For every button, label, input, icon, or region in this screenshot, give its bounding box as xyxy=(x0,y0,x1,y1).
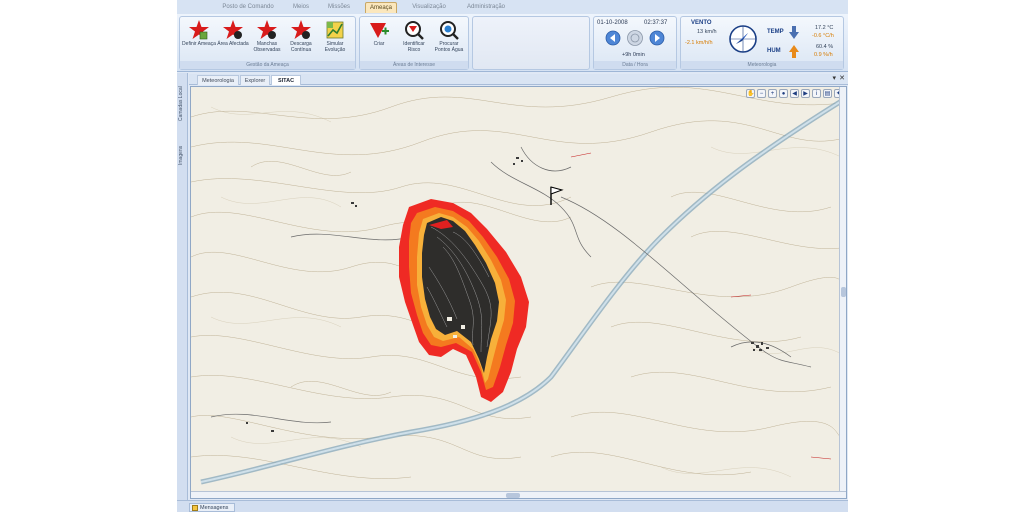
weather-group-label: Meteorologia xyxy=(681,61,843,69)
group-areas-of-interest: Criar Identificar Risco Procurar Pontos … xyxy=(359,16,469,70)
info-icon[interactable]: i xyxy=(812,89,821,98)
status-bar: Mensagens xyxy=(177,500,848,512)
tab-administracao[interactable]: Administração xyxy=(461,2,511,13)
wind-change: -2.1 km/h/h xyxy=(685,40,713,46)
areas-of-interest-group-label: Áreas de Interesse xyxy=(360,61,468,69)
simulate-evolution-button[interactable]: Simular Evolução xyxy=(318,19,352,61)
create-area-button[interactable]: Criar xyxy=(362,19,396,61)
side-tab-local-layers[interactable]: Camadas Local xyxy=(178,79,187,129)
search-water-points-button[interactable]: Procurar Pontos Água xyxy=(432,19,466,61)
humidity-value: 60.4 % xyxy=(816,44,834,50)
wind-label: VENTO xyxy=(691,20,712,26)
horizontal-scroll-thumb[interactable] xyxy=(506,493,520,498)
threat-management-group-label: Gestão da Ameaça xyxy=(180,61,355,69)
temperature-change: -0.6 °C/h xyxy=(812,33,834,39)
wind-speed: 13 km/h xyxy=(697,29,717,35)
star-discharge-icon xyxy=(291,20,311,39)
wind-compass-icon xyxy=(729,25,757,53)
zoom-out-icon[interactable]: − xyxy=(757,89,766,98)
create-area-label: Criar xyxy=(373,41,385,47)
temperature-label: TEMP xyxy=(767,29,784,35)
messages-tab[interactable]: Mensagens xyxy=(189,503,235,512)
application-window: Posto de Comando Meios Missões Ameaça Vi… xyxy=(177,0,848,512)
vertical-scroll-thumb[interactable] xyxy=(841,287,846,297)
current-time: 02:37:37 xyxy=(644,20,668,26)
side-tab-images[interactable]: Imagens xyxy=(178,135,187,175)
current-date: 01-10-2008 xyxy=(597,20,628,26)
define-threat-button[interactable]: Definir Ameaça xyxy=(182,19,216,61)
humidity-up-arrow-icon xyxy=(789,45,799,58)
group-date-time: 01-10-2008 02:37:37 +9h 0min Data / Hora xyxy=(593,16,677,70)
affected-area-label: Área Afectada xyxy=(217,41,249,47)
date-time-group-label: Data / Hora xyxy=(594,61,676,69)
affected-area-button[interactable]: Área Afectada xyxy=(216,19,250,61)
map-horizontal-scrollbar[interactable] xyxy=(191,491,846,498)
time-controls xyxy=(605,30,665,46)
messages-tab-label: Mensagens xyxy=(200,505,229,511)
star-spots-icon xyxy=(257,20,277,39)
group-threat-management: Definir Ameaça Área Afectada Manchas Obs… xyxy=(179,16,356,70)
time-offset: +9h 0min xyxy=(622,52,645,58)
observed-spots-label: Manchas Observadas xyxy=(253,41,281,53)
map-toolbar: ✋ − + ● ◀ ▶ i ▤ ✦ xyxy=(746,89,843,99)
star-define-icon xyxy=(189,20,209,40)
doc-tab-meteorologia[interactable]: Meteorologia xyxy=(197,75,239,85)
simulate-evolution-label: Simular Evolução xyxy=(324,41,346,53)
continuous-discharge-label: Descarga Contínua xyxy=(290,41,312,53)
group-weather: VENTO 13 km/h -2.1 km/h/h TEMP 17.2 °C -… xyxy=(680,16,844,70)
tab-visualizacao[interactable]: Visualização xyxy=(407,2,451,13)
ribbon-tab-bar: Posto de Comando Meios Missões Ameaça Vi… xyxy=(177,0,848,14)
search-water-points-label: Procurar Pontos Água xyxy=(434,41,464,53)
identify-risk-label: Identificar Risco xyxy=(403,41,425,53)
tab-ameaca[interactable]: Ameaça xyxy=(365,2,397,13)
print-icon[interactable]: ▤ xyxy=(823,89,832,98)
topographic-map[interactable] xyxy=(191,87,847,499)
back-icon[interactable]: ◀ xyxy=(790,89,799,98)
zoom-in-icon[interactable]: + xyxy=(768,89,777,98)
map-vertical-scrollbar[interactable] xyxy=(839,87,846,498)
humidity-label: HUM xyxy=(767,48,781,54)
search-water-icon xyxy=(440,21,459,40)
create-area-icon xyxy=(370,23,389,38)
forward-icon[interactable]: ▶ xyxy=(801,89,810,98)
identify-risk-button[interactable]: Identificar Risco xyxy=(397,19,431,61)
ribbon: Definir Ameaça Área Afectada Manchas Obs… xyxy=(177,14,848,72)
star-area-icon xyxy=(223,20,243,39)
tab-missoes[interactable]: Missões xyxy=(323,2,355,13)
empty-ribbon-area xyxy=(472,16,590,70)
document-tabs: Meteorologia Explorer SITAC ▾ ✕ xyxy=(189,74,848,85)
tab-meios[interactable]: Meios xyxy=(287,2,315,13)
doc-tab-explorer[interactable]: Explorer xyxy=(240,75,270,85)
doc-tab-sitac[interactable]: SITAC xyxy=(271,75,301,85)
globe-icon[interactable]: ● xyxy=(779,89,788,98)
humidity-change: 0.9 %/h xyxy=(814,52,833,58)
simulate-chart-icon xyxy=(326,21,344,39)
doc-tabs-menu-arrow-icon[interactable]: ▾ xyxy=(832,74,836,82)
close-document-icon[interactable]: ✕ xyxy=(839,74,845,82)
temperature-value: 17.2 °C xyxy=(815,25,834,31)
left-side-panel: Camadas Local Imagens xyxy=(177,73,188,501)
tab-posto-comando[interactable]: Posto de Comando xyxy=(217,2,279,13)
continuous-discharge-button[interactable]: Descarga Contínua xyxy=(284,19,318,61)
identify-risk-icon xyxy=(405,21,424,40)
temperature-down-arrow-icon xyxy=(789,26,799,39)
pan-icon[interactable]: ✋ xyxy=(746,89,755,98)
map-view[interactable]: ✋ − + ● ◀ ▶ i ▤ ✦ xyxy=(190,86,847,499)
define-threat-label: Definir Ameaça xyxy=(182,41,216,47)
observed-spots-button[interactable]: Manchas Observadas xyxy=(250,19,284,61)
messages-icon xyxy=(192,505,198,511)
